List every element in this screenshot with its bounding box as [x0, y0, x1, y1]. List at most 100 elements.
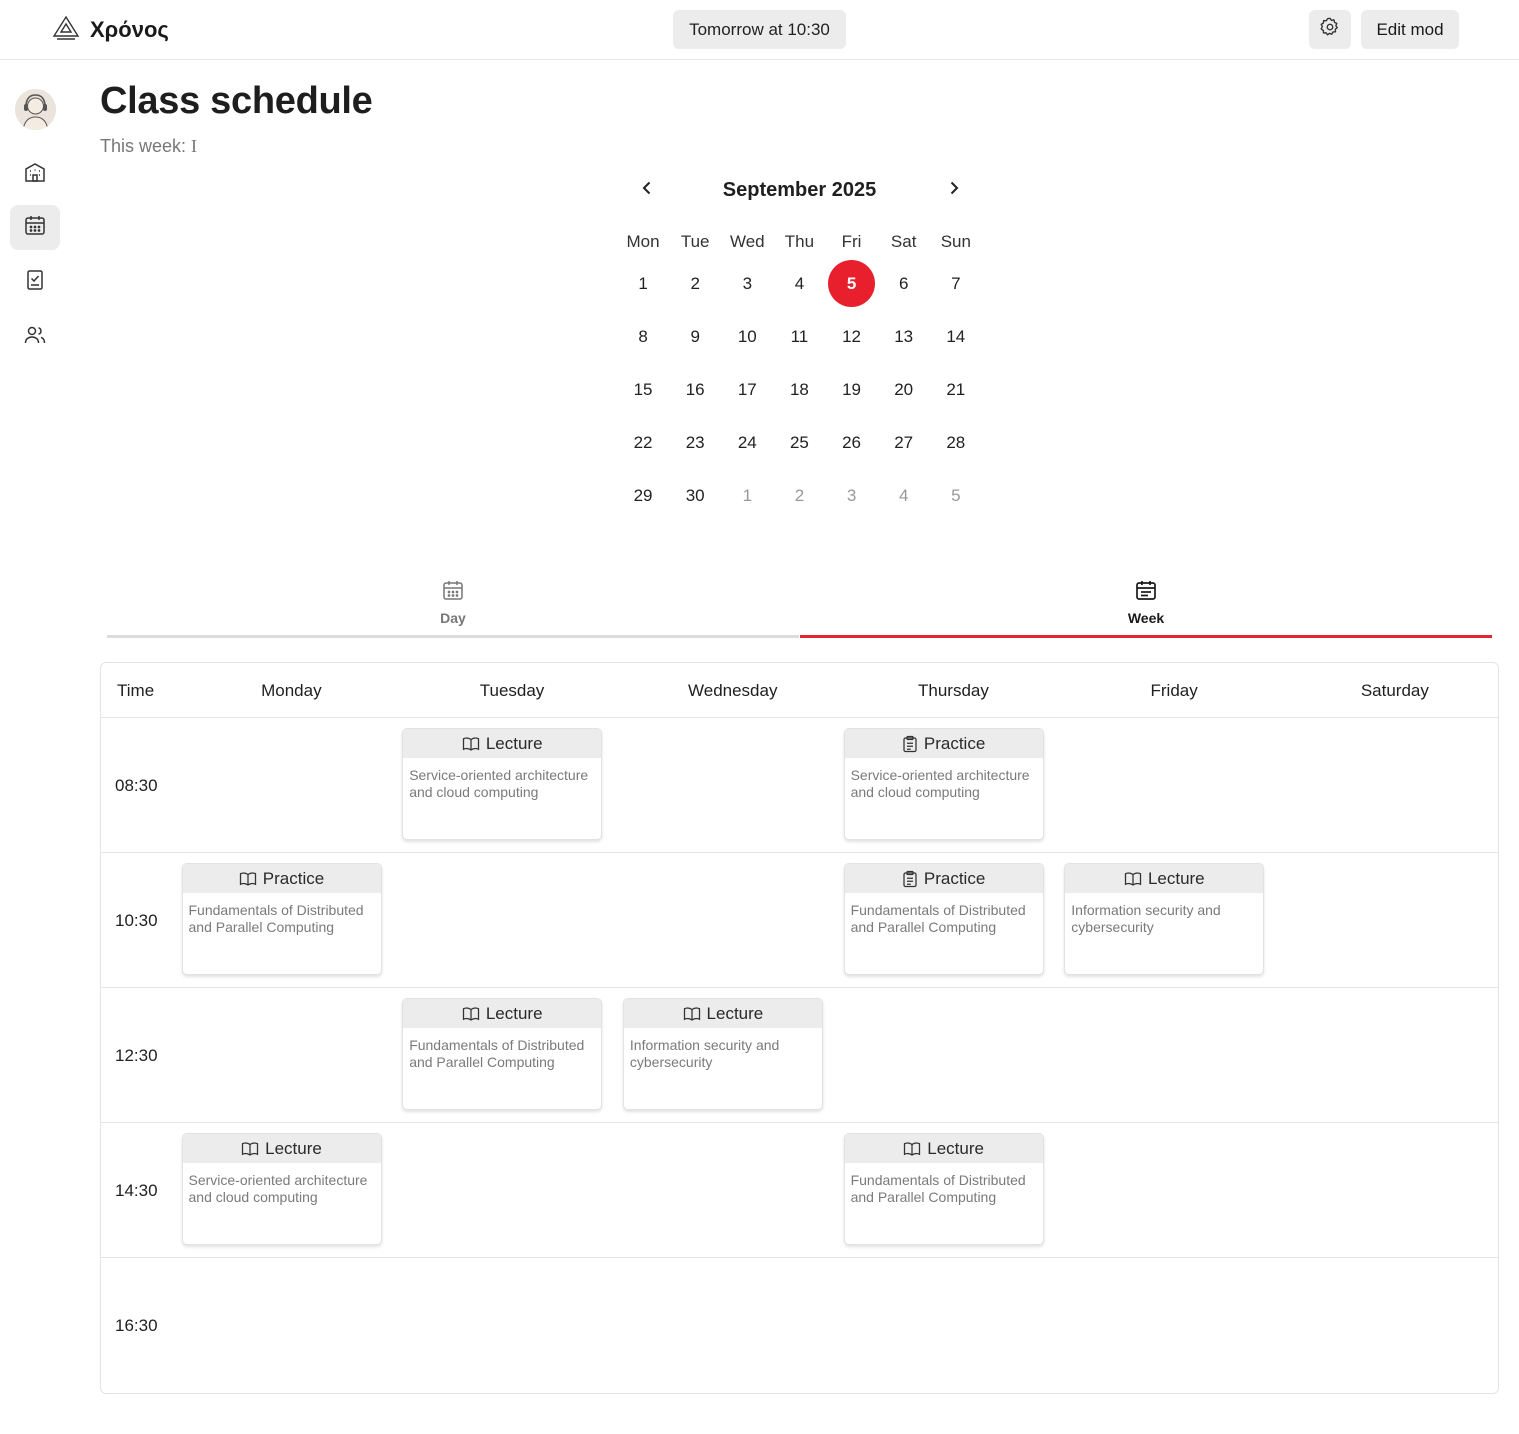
sidebar-item-schedule[interactable] [10, 205, 60, 250]
calendar-day-number: 30 [685, 485, 705, 505]
class-card[interactable]: Lecture Service-oriented architecture and… [402, 728, 603, 840]
top-bar: Χρόνος Tomorrow at 10:30 Edit mod [0, 0, 1519, 60]
calendar-day[interactable]: 25 [773, 416, 825, 469]
calendar-day[interactable]: 23 [669, 416, 721, 469]
class-subject: Service-oriented architecture and cloud … [850, 767, 1030, 800]
weekday-label: Thu [784, 232, 815, 251]
time-slot-row: 08:30 Lecture Service-oriented architectur… [101, 718, 1498, 853]
sidebar-item-tasks[interactable] [10, 260, 60, 305]
calendar-day[interactable]: 6 [878, 257, 930, 310]
calendar-day[interactable]: 3 [721, 257, 773, 310]
calendar-day[interactable]: 27 [878, 416, 930, 469]
clipboard-icon [902, 870, 918, 888]
schedule-header-row: Time Monday Tuesday Wednesday Thursday Frida… [101, 663, 1498, 718]
class-type: Lecture [1147, 868, 1205, 888]
calendar-day-number: 8 [638, 326, 648, 346]
calendar-day[interactable]: 14 [930, 310, 982, 363]
tab-week[interactable]: Week [800, 570, 1492, 638]
calendar-day[interactable]: 28 [930, 416, 982, 469]
class-card[interactable]: Practice Fundamentals of Distributed and … [843, 863, 1044, 975]
calendar-day-number: 29 [633, 485, 653, 505]
avatar[interactable] [15, 89, 56, 130]
calendar-day[interactable]: 24 [721, 416, 773, 469]
calendar-day[interactable]: 16 [669, 363, 721, 416]
calendar-day[interactable]: 7 [930, 257, 982, 310]
calendar-day-number: 10 [737, 326, 757, 346]
calendar-days: 1 2 3 4 5 6 7 8 9 10 11 12 13 14 15 16 17 18 19 20 21 22 23 24 2… [617, 257, 982, 522]
tab-week-label: Week [1127, 610, 1165, 626]
next-class-pill[interactable]: Tomorrow at 10:30 [673, 10, 846, 49]
calendar-day[interactable]: 13 [878, 310, 930, 363]
book-icon [1124, 870, 1142, 888]
class-card[interactable]: Practice Service-oriented architecture an… [843, 728, 1044, 840]
time-slot-row: 12:30 Lecture Fundamentals of Distributed … [101, 988, 1498, 1123]
calendar-day-number: 6 [898, 273, 909, 293]
building-icon [23, 160, 47, 189]
calendar-day[interactable]: 4 [773, 257, 825, 310]
class-type: Practice [923, 733, 986, 753]
calendar-day-number: 16 [685, 379, 705, 399]
calendar-day[interactable]: 20 [878, 363, 930, 416]
calendar-day-number: 13 [894, 326, 914, 346]
brand[interactable]: Χρόνος [52, 14, 169, 46]
calendar-day[interactable]: 2 [669, 257, 721, 310]
calendar-day[interactable]: 2 [773, 469, 825, 522]
calendar-day-number: 23 [685, 432, 705, 452]
calendar-day[interactable]: 1 [721, 469, 773, 522]
calendar-day[interactable]: 21 [930, 363, 982, 416]
class-card-header: Practice [182, 864, 381, 893]
sidebar-item-buildings[interactable] [10, 152, 60, 197]
calendar-day-number: 1 [638, 273, 648, 293]
settings-button[interactable] [1309, 10, 1351, 49]
calendar-day[interactable]: 5 [930, 469, 982, 522]
calendar-day[interactable]: 3 [826, 469, 878, 522]
class-subject: Information security and cybersecurity [1071, 902, 1221, 935]
calendar-day[interactable]: 22 [617, 416, 669, 469]
class-card-header: Lecture [1065, 864, 1264, 893]
calendar-day-number: 1 [742, 485, 753, 505]
calendar-day[interactable]: 11 [773, 310, 825, 363]
calendar-day[interactable]: 10 [721, 310, 773, 363]
class-card-header: Practice [844, 729, 1043, 758]
calendar-day[interactable]: 12 [826, 310, 878, 363]
calendar-day[interactable]: 19 [826, 363, 878, 416]
weekday-header: Mon Tue Wed Thu Fri Sat Sun [617, 232, 982, 252]
calendar-day-number: 11 [790, 326, 809, 346]
day-column-header: Saturday [1360, 681, 1429, 700]
day-column-header: Friday [1150, 681, 1198, 700]
week-schedule-table: Time Monday Tuesday Wednesday Thursday Frida… [100, 662, 1499, 1394]
class-card[interactable]: Lecture Service-oriented architecture and… [181, 1133, 382, 1245]
class-card[interactable]: Lecture Information security and cybersec… [622, 998, 823, 1110]
calendar-day[interactable]: 18 [773, 363, 825, 416]
calendar-day-number: 2 [794, 485, 805, 505]
week-indicator: This week: I [100, 136, 197, 157]
edit-mode-button[interactable]: Edit mod [1361, 10, 1459, 49]
calendar-day[interactable]: 15 [617, 363, 669, 416]
class-type: Lecture [927, 1138, 984, 1158]
calendar-day[interactable]: 1 [617, 257, 669, 310]
calendar-day[interactable]: 17 [721, 363, 773, 416]
calendar-list-icon [1134, 578, 1158, 602]
week-label: This week: [100, 136, 187, 156]
calendar-day-today[interactable]: 5 [826, 257, 878, 310]
class-card[interactable]: Lecture Fundamentals of Distributed and P… [402, 998, 603, 1110]
class-card[interactable]: Lecture Information security and cybersec… [1064, 863, 1265, 975]
calendar-day-number: 4 [898, 485, 909, 505]
calendar-day[interactable]: 4 [878, 469, 930, 522]
class-card[interactable]: Practice Fundamentals of Distributed and … [181, 863, 382, 975]
calendar-grid-icon [441, 578, 465, 602]
class-card[interactable]: Lecture Fundamentals of Distributed and P… [843, 1133, 1044, 1245]
calendar-day-number: 2 [690, 273, 700, 293]
calendar-day[interactable]: 9 [669, 310, 721, 363]
calendar-day[interactable]: 8 [617, 310, 669, 363]
calendar-day-number: 18 [789, 379, 809, 399]
users-icon [23, 323, 47, 352]
calendar-day[interactable]: 29 [617, 469, 669, 522]
next-month-button[interactable] [942, 178, 966, 202]
sidebar-item-people[interactable] [10, 315, 60, 360]
tab-day[interactable]: Day [107, 570, 799, 638]
class-subject: Fundamentals of Distributed and Parallel… [850, 1172, 1026, 1205]
class-card-header: Lecture [403, 999, 602, 1028]
calendar-day[interactable]: 26 [826, 416, 878, 469]
calendar-day[interactable]: 30 [669, 469, 721, 522]
